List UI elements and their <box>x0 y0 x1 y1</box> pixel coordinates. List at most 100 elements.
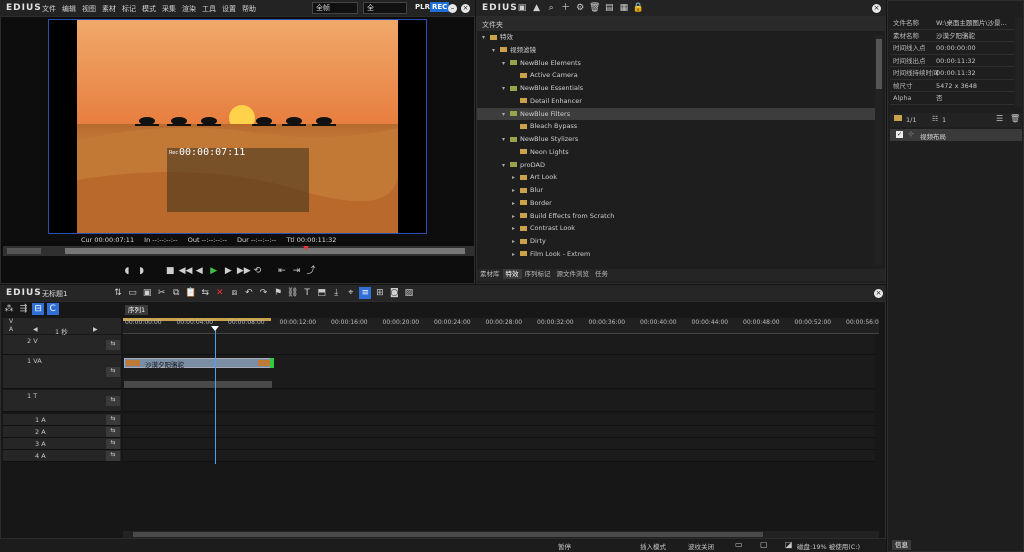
position-slider[interactable] <box>3 246 474 256</box>
marker-icon[interactable]: ⚑ <box>272 287 284 299</box>
expand-icon[interactable]: ▾ <box>502 83 510 96</box>
tree-item[interactable]: ▸ Contrast Look <box>477 222 875 235</box>
tree-item[interactable]: ▸ Dirty <box>477 235 875 248</box>
seek-marker[interactable] <box>303 246 309 250</box>
effect-item[interactable]: ✓ ⊹ 视频布局 <box>890 129 1022 141</box>
menu-item[interactable]: 工具 <box>202 5 216 13</box>
mixer-icon[interactable]: ⊞ <box>374 287 386 299</box>
stop-icon[interactable]: ■ <box>164 265 176 277</box>
render-icon[interactable]: ⬒ <box>316 287 328 299</box>
play-icon[interactable]: ▶ <box>208 265 220 277</box>
mark-out-icon[interactable]: ◗ <box>136 265 148 277</box>
tree-item[interactable]: ▾ 视频滤镜 <box>477 44 875 57</box>
fast-forward-icon[interactable]: ▶▶ <box>237 265 251 277</box>
timeline-close-icon[interactable]: × <box>874 289 883 298</box>
frame-select[interactable]: 全帧 <box>312 2 358 14</box>
track-header[interactable]: 2 V ⇆ <box>3 335 121 355</box>
insert-icon[interactable]: ⇤ <box>276 265 288 277</box>
replace-icon[interactable]: ⇆ <box>199 287 211 299</box>
track-row[interactable] <box>123 414 875 426</box>
menu-item[interactable]: 文件 <box>42 5 56 13</box>
redo-icon[interactable]: ↷ <box>257 287 269 299</box>
waveform-icon[interactable]: ≡ <box>359 287 372 299</box>
library-tab[interactable]: 源文件浏览 <box>554 269 593 279</box>
expand-icon[interactable]: ▾ <box>482 32 490 45</box>
export-icon[interactable]: ⤓ <box>330 287 342 299</box>
delete-icon[interactable]: ✕ <box>214 287 226 299</box>
folder-icon[interactable] <box>894 115 902 121</box>
track-header[interactable]: 1 A ⇆ <box>3 414 121 426</box>
timeline-hscroll[interactable] <box>123 531 879 538</box>
mode-icon-3[interactable]: ⊟ <box>32 303 45 315</box>
link-icon[interactable]: ⛓ <box>287 287 299 299</box>
menu-item[interactable]: 编辑 <box>62 5 76 13</box>
mode-icon-4[interactable]: C <box>46 303 59 315</box>
tree-item[interactable]: Bleach Bypass <box>477 120 875 133</box>
video-clip[interactable]: 沙漠夕阳骆驼 <box>124 358 274 369</box>
up-icon[interactable]: ▲ <box>531 2 543 14</box>
overwrite-icon[interactable]: ⇥ <box>290 265 302 277</box>
loop-icon[interactable]: ⟲ <box>251 265 263 277</box>
channel-select[interactable]: 全 <box>363 2 407 14</box>
undo-icon[interactable]: ↶ <box>243 287 255 299</box>
audio-clip[interactable] <box>124 381 272 388</box>
status-insert-mode[interactable]: 插入模式 <box>640 541 666 551</box>
tree-item[interactable]: Detail Enhancer <box>477 95 875 108</box>
playhead[interactable] <box>215 326 216 464</box>
expand-icon[interactable]: ▾ <box>502 160 510 173</box>
track-header[interactable]: 4 A ⇆ <box>3 450 121 462</box>
track-header[interactable]: 3 A ⇆ <box>3 438 121 450</box>
rec-button[interactable]: REC <box>430 2 450 12</box>
menu-item[interactable]: 标记 <box>122 5 136 13</box>
camera-icon[interactable]: ◙ <box>388 287 400 299</box>
tree-item[interactable]: ▸ Film Look - Extrem <box>477 248 875 261</box>
add-icon[interactable]: ＋ <box>560 2 572 14</box>
sequence-icon[interactable]: ⇅ <box>112 287 124 299</box>
folder-icon[interactable]: ▣ <box>516 2 528 14</box>
seek-bar[interactable] <box>65 248 465 254</box>
library-tab[interactable]: 任务 <box>592 269 611 279</box>
delete-icon[interactable]: 🗑 <box>1010 114 1020 123</box>
menu-item[interactable]: 帮助 <box>242 5 256 13</box>
expand-icon[interactable]: ▾ <box>492 45 500 58</box>
tree-item[interactable]: ▸ Blur <box>477 184 875 197</box>
lock-icon[interactable]: 🔒 <box>632 2 644 14</box>
track-row[interactable] <box>123 335 875 355</box>
expand-icon[interactable]: ▸ <box>512 198 520 211</box>
tree-item[interactable]: Neon Lights <box>477 146 875 159</box>
tree-item[interactable]: ▸ Border <box>477 197 875 210</box>
minimize-icon[interactable]: – <box>448 4 457 13</box>
track-patch-icon[interactable]: ⇆ <box>106 427 120 437</box>
scale-right-icon[interactable]: ▶ <box>93 326 98 333</box>
playhead-marker[interactable] <box>211 326 219 331</box>
ripple-icon[interactable]: ⧈ <box>228 287 240 299</box>
close-icon[interactable]: × <box>461 4 470 13</box>
expand-icon[interactable]: ▾ <box>502 109 510 122</box>
jog-shuttle[interactable] <box>7 248 41 254</box>
tools-icon[interactable]: ⚙ <box>574 2 586 14</box>
tab-sequence[interactable]: 序列1 <box>125 305 149 315</box>
tree-item[interactable]: ▾ proDAD <box>477 159 875 172</box>
monitor-icon[interactable]: ▭ <box>735 540 743 549</box>
tree-item[interactable]: ▾ NewBlue Essentials <box>477 82 875 95</box>
track-header[interactable]: 1 VA ⇆ <box>3 355 121 389</box>
track-patch-icon[interactable]: ⇆ <box>106 340 120 350</box>
scale-left-icon[interactable]: ◀ <box>33 326 38 333</box>
expand-icon[interactable]: ▾ <box>502 134 510 147</box>
expand-icon[interactable]: ▾ <box>502 58 510 71</box>
layer-icon[interactable]: ☷ <box>932 115 938 123</box>
library-tab[interactable]: 素材库 <box>477 269 503 279</box>
menu-item[interactable]: 素材 <box>102 5 116 13</box>
title-icon[interactable]: T <box>301 287 313 299</box>
props-scrollbar[interactable] <box>1015 17 1022 107</box>
cut-icon[interactable]: ✂ <box>156 287 168 299</box>
tree-item[interactable]: Active Camera <box>477 69 875 82</box>
tree-item[interactable]: ▾ NewBlue Stylizers <box>477 133 875 146</box>
tree-item[interactable]: ▸ Art Look <box>477 171 875 184</box>
list-icon[interactable]: ☰ <box>996 114 1003 123</box>
disk-icon[interactable]: ◪ <box>785 540 793 549</box>
mode-icon-1[interactable]: ⁂ <box>3 303 15 315</box>
properties-icon[interactable]: ▤ <box>603 2 615 14</box>
track-header[interactable]: 1 T ⇆ <box>3 390 121 412</box>
menu-item[interactable]: 渲染 <box>182 5 196 13</box>
